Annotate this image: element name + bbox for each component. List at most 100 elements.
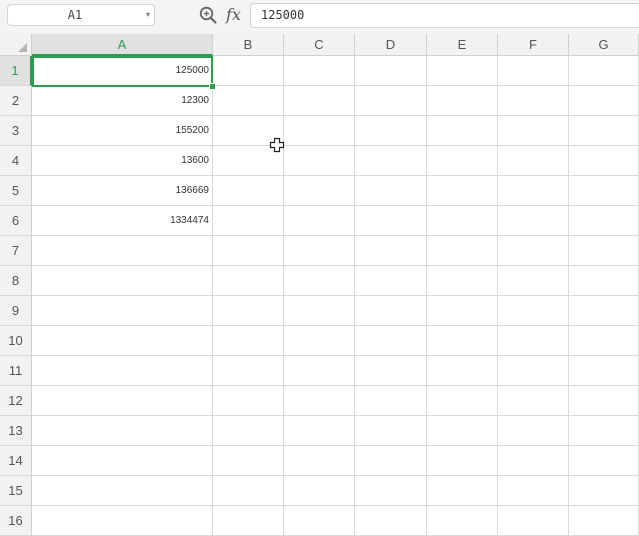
cell-f7[interactable] — [498, 236, 569, 266]
zoom-formula-icon[interactable] — [198, 5, 218, 25]
column-header-d[interactable]: D — [355, 34, 427, 56]
cell-g5[interactable] — [569, 176, 639, 206]
cell-d16[interactable] — [355, 506, 427, 536]
cell-b9[interactable] — [213, 296, 284, 326]
cell-f9[interactable] — [498, 296, 569, 326]
cell-e11[interactable] — [427, 356, 498, 386]
cell-e5[interactable] — [427, 176, 498, 206]
cell-f11[interactable] — [498, 356, 569, 386]
column-header-a[interactable]: A — [32, 34, 213, 56]
cell-f4[interactable] — [498, 146, 569, 176]
cell-a7[interactable] — [32, 236, 213, 266]
row-header-3[interactable]: 3 — [0, 116, 32, 146]
cell-b4[interactable] — [213, 146, 284, 176]
cell-c1[interactable] — [284, 56, 355, 86]
cell-a10[interactable] — [32, 326, 213, 356]
cell-f5[interactable] — [498, 176, 569, 206]
column-header-b[interactable]: B — [213, 34, 284, 56]
cell-a1[interactable]: 125000 — [32, 56, 213, 86]
row-header-7[interactable]: 7 — [0, 236, 32, 266]
cell-c2[interactable] — [284, 86, 355, 116]
cell-d14[interactable] — [355, 446, 427, 476]
cell-e8[interactable] — [427, 266, 498, 296]
cell-a8[interactable] — [32, 266, 213, 296]
chevron-down-icon[interactable]: ▾ — [146, 5, 150, 25]
cell-b14[interactable] — [213, 446, 284, 476]
cell-g16[interactable] — [569, 506, 639, 536]
cell-e2[interactable] — [427, 86, 498, 116]
cell-c15[interactable] — [284, 476, 355, 506]
cell-c3[interactable] — [284, 116, 355, 146]
cell-f16[interactable] — [498, 506, 569, 536]
cell-b5[interactable] — [213, 176, 284, 206]
cell-f2[interactable] — [498, 86, 569, 116]
cell-d9[interactable] — [355, 296, 427, 326]
cell-d7[interactable] — [355, 236, 427, 266]
cell-g9[interactable] — [569, 296, 639, 326]
cell-b16[interactable] — [213, 506, 284, 536]
cell-e7[interactable] — [427, 236, 498, 266]
cell-f14[interactable] — [498, 446, 569, 476]
cell-g7[interactable] — [569, 236, 639, 266]
row-header-13[interactable]: 13 — [0, 416, 32, 446]
cell-b11[interactable] — [213, 356, 284, 386]
cell-b15[interactable] — [213, 476, 284, 506]
cell-b12[interactable] — [213, 386, 284, 416]
cell-d15[interactable] — [355, 476, 427, 506]
cell-a9[interactable] — [32, 296, 213, 326]
column-header-g[interactable]: G — [569, 34, 639, 56]
cell-f13[interactable] — [498, 416, 569, 446]
name-box[interactable]: A1 ▾ — [7, 4, 155, 26]
row-header-4[interactable]: 4 — [0, 146, 32, 176]
cell-b1[interactable] — [213, 56, 284, 86]
cell-f3[interactable] — [498, 116, 569, 146]
cell-e4[interactable] — [427, 146, 498, 176]
row-header-6[interactable]: 6 — [0, 206, 32, 236]
cell-c7[interactable] — [284, 236, 355, 266]
cell-a5[interactable]: 136669 — [32, 176, 213, 206]
cell-d5[interactable] — [355, 176, 427, 206]
cell-g13[interactable] — [569, 416, 639, 446]
cell-e3[interactable] — [427, 116, 498, 146]
cell-b10[interactable] — [213, 326, 284, 356]
cell-f12[interactable] — [498, 386, 569, 416]
cell-b3[interactable] — [213, 116, 284, 146]
cell-b6[interactable] — [213, 206, 284, 236]
cell-a2[interactable]: 12300 — [32, 86, 213, 116]
cell-g3[interactable] — [569, 116, 639, 146]
row-header-8[interactable]: 8 — [0, 266, 32, 296]
spreadsheet-grid[interactable]: ABCDEFG 1 125000 2 12300 3 155200 4 13600 5 13666… — [0, 34, 639, 536]
cell-a15[interactable] — [32, 476, 213, 506]
cell-c16[interactable] — [284, 506, 355, 536]
row-header-15[interactable]: 15 — [0, 476, 32, 506]
cell-c4[interactable] — [284, 146, 355, 176]
cell-g4[interactable] — [569, 146, 639, 176]
cell-b13[interactable] — [213, 416, 284, 446]
row-header-2[interactable]: 2 — [0, 86, 32, 116]
cell-c13[interactable] — [284, 416, 355, 446]
row-header-11[interactable]: 11 — [0, 356, 32, 386]
row-header-16[interactable]: 16 — [0, 506, 32, 536]
row-header-12[interactable]: 12 — [0, 386, 32, 416]
cell-d6[interactable] — [355, 206, 427, 236]
row-header-5[interactable]: 5 — [0, 176, 32, 206]
cell-c11[interactable] — [284, 356, 355, 386]
cell-f1[interactable] — [498, 56, 569, 86]
cell-g11[interactable] — [569, 356, 639, 386]
cell-g14[interactable] — [569, 446, 639, 476]
column-header-f[interactable]: F — [498, 34, 569, 56]
cell-g1[interactable] — [569, 56, 639, 86]
fx-icon[interactable]: fx — [226, 4, 241, 26]
cell-f15[interactable] — [498, 476, 569, 506]
cell-d11[interactable] — [355, 356, 427, 386]
cell-e12[interactable] — [427, 386, 498, 416]
row-header-14[interactable]: 14 — [0, 446, 32, 476]
cell-c8[interactable] — [284, 266, 355, 296]
cell-b2[interactable] — [213, 86, 284, 116]
cell-e14[interactable] — [427, 446, 498, 476]
select-all-icon[interactable] — [18, 43, 27, 52]
cell-d3[interactable] — [355, 116, 427, 146]
row-header-9[interactable]: 9 — [0, 296, 32, 326]
cell-d13[interactable] — [355, 416, 427, 446]
cell-e13[interactable] — [427, 416, 498, 446]
